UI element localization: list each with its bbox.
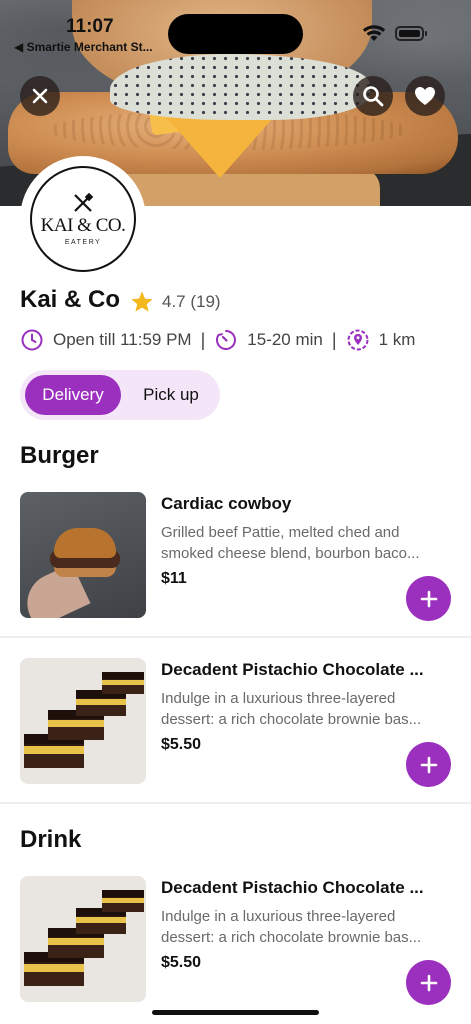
item-image bbox=[20, 876, 146, 1002]
plus-icon bbox=[420, 590, 437, 607]
item-price: $5.50 bbox=[161, 954, 202, 971]
add-to-cart-button[interactable] bbox=[406, 576, 451, 621]
menu-item[interactable]: Cardiac cowboy Grilled beef Pattie, melt… bbox=[0, 492, 471, 658]
logo-name: KAI & CO. bbox=[40, 214, 126, 236]
favorite-button[interactable] bbox=[405, 76, 445, 116]
item-price: $11 bbox=[161, 570, 187, 587]
section-title-drink: Drink bbox=[20, 826, 82, 853]
meta-separator: | bbox=[331, 329, 337, 350]
status-bar: 11:07 ◀ Smartie Merchant St... bbox=[0, 0, 471, 60]
home-indicator[interactable] bbox=[152, 1010, 319, 1015]
logo-subtitle: EATERY bbox=[64, 238, 102, 246]
pickup-option[interactable]: Pick up bbox=[128, 375, 214, 415]
timer-icon bbox=[214, 328, 238, 352]
item-title: Decadent Pistachio Chocolate ... bbox=[161, 878, 424, 897]
item-title: Decadent Pistachio Chocolate ... bbox=[161, 660, 424, 679]
status-time: 11:07 bbox=[66, 16, 114, 37]
utensils-icon bbox=[74, 192, 94, 212]
menu-item[interactable]: Decadent Pistachio Chocolate ... Indulge… bbox=[0, 658, 471, 824]
fulfillment-toggle: Delivery Pick up bbox=[20, 370, 220, 420]
item-description: Indulge in a luxurious three-layered des… bbox=[161, 690, 422, 728]
menu-item[interactable]: Decadent Pistachio Chocolate ... Indulge… bbox=[0, 876, 471, 1024]
search-button[interactable] bbox=[353, 76, 393, 116]
divider bbox=[0, 636, 471, 638]
restaurant-name: Kai & Co bbox=[20, 286, 121, 313]
location-pin-icon bbox=[346, 328, 370, 352]
restaurant-meta: Open till 11:59 PM | 15-20 min | 1 km bbox=[20, 326, 415, 354]
item-description: Grilled beef Pattie, melted ched and smo… bbox=[161, 524, 420, 562]
close-icon bbox=[32, 88, 48, 104]
meta-separator: | bbox=[200, 329, 206, 350]
item-image bbox=[20, 492, 146, 618]
divider bbox=[0, 802, 471, 804]
heart-icon bbox=[415, 87, 435, 105]
restaurant-logo: KAI & CO. EATERY bbox=[30, 166, 136, 272]
dynamic-island bbox=[168, 14, 303, 54]
add-to-cart-button[interactable] bbox=[406, 960, 451, 1005]
wifi-icon bbox=[362, 25, 386, 41]
add-to-cart-button[interactable] bbox=[406, 742, 451, 787]
back-to-app-link[interactable]: ◀ Smartie Merchant St... bbox=[14, 40, 153, 54]
opening-hours: Open till 11:59 PM bbox=[53, 330, 192, 349]
close-button[interactable] bbox=[20, 76, 60, 116]
search-icon bbox=[363, 86, 384, 107]
item-price: $5.50 bbox=[161, 736, 202, 753]
section-title-burger: Burger bbox=[20, 442, 99, 469]
item-image bbox=[20, 658, 146, 784]
delivery-option[interactable]: Delivery bbox=[25, 375, 121, 415]
plus-icon bbox=[420, 974, 437, 991]
plus-icon bbox=[420, 756, 437, 773]
distance: 1 km bbox=[378, 330, 416, 349]
clock-icon bbox=[20, 328, 44, 352]
star-icon bbox=[131, 291, 153, 312]
delivery-time: 15-20 min bbox=[247, 330, 323, 349]
item-title: Cardiac cowboy bbox=[161, 494, 292, 513]
rating-text: 4.7 (19) bbox=[162, 292, 221, 311]
battery-icon bbox=[395, 26, 427, 41]
item-description: Indulge in a luxurious three-layered des… bbox=[161, 908, 422, 946]
